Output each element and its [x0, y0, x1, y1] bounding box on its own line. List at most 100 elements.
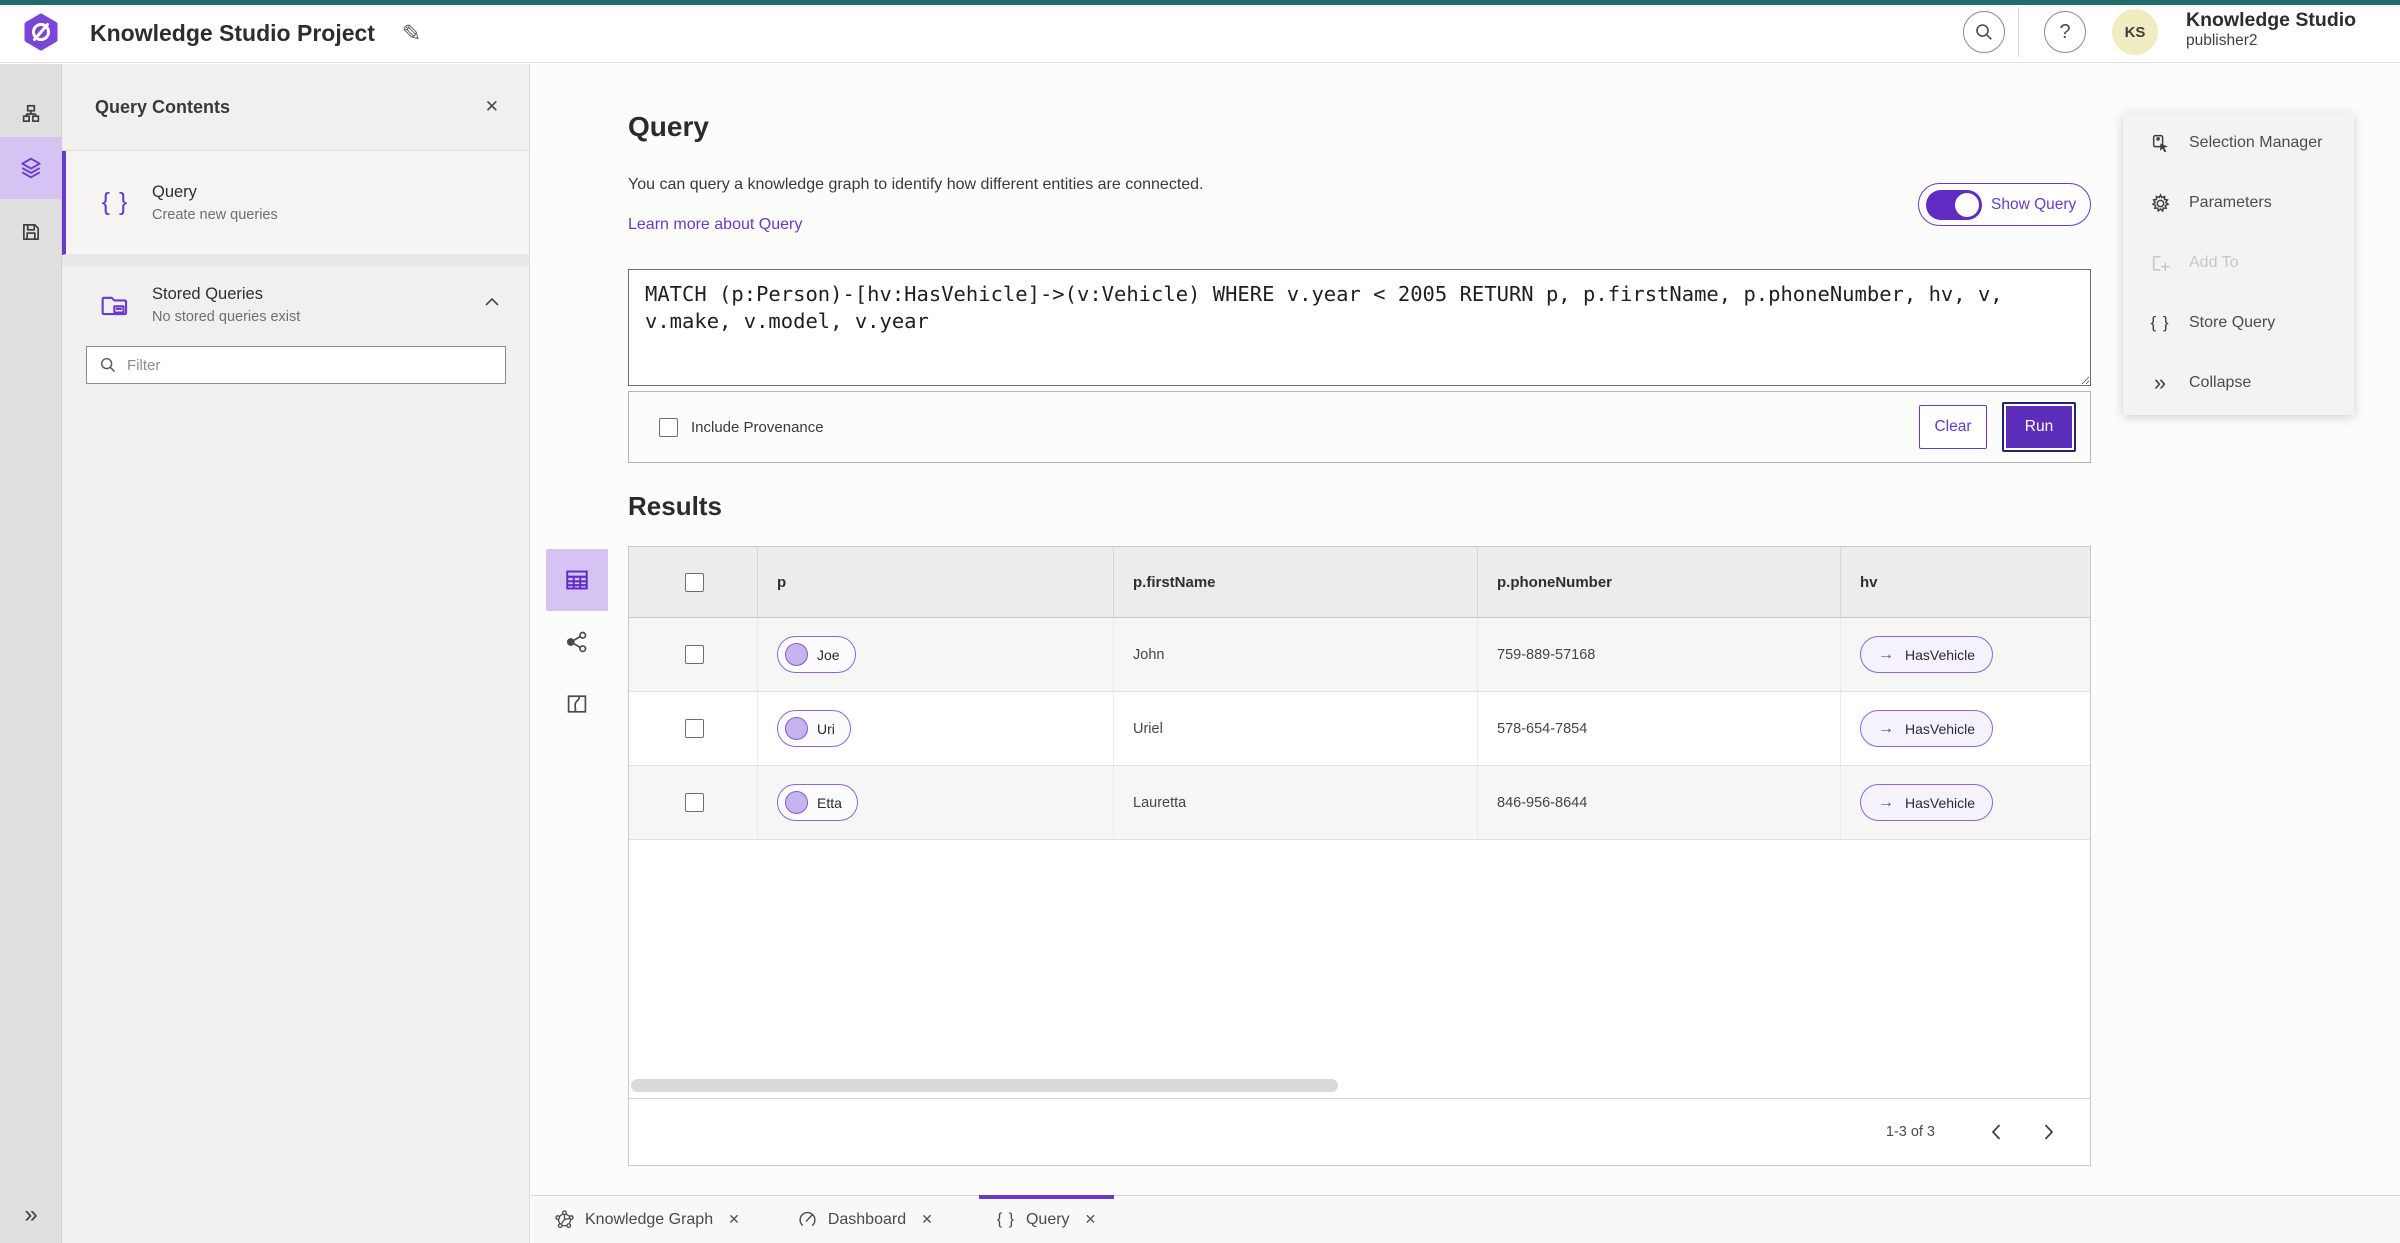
- column-header-phonenumber: p.phoneNumber: [1497, 573, 1612, 591]
- sidebar-item-query[interactable]: [0, 137, 62, 199]
- collapse-stored-queries-button[interactable]: [484, 296, 500, 307]
- chevron-left-icon: [1991, 1124, 2001, 1140]
- close-tab-icon[interactable]: ✕: [1085, 1211, 1097, 1228]
- column-header-hv: hv: [1860, 573, 1878, 591]
- chevron-right-icon: [2044, 1124, 2054, 1140]
- entity-node-icon: [785, 791, 808, 814]
- panel-section-gap: [62, 255, 529, 266]
- edit-project-title-icon[interactable]: ✎: [402, 0, 421, 63]
- stored-queries-filter: [86, 346, 506, 384]
- add-to-button: Add To: [2123, 233, 2354, 293]
- help-button[interactable]: ?: [2044, 11, 2086, 53]
- selection-manager-button[interactable]: Selection Manager: [2123, 113, 2354, 173]
- entity-pill[interactable]: Uri: [777, 710, 851, 747]
- chevron-up-icon: [485, 297, 499, 306]
- left-icon-rail: »: [0, 64, 62, 1243]
- select-all-checkbox[interactable]: [685, 572, 704, 592]
- hierarchy-icon: [22, 104, 40, 122]
- relation-pill[interactable]: → HasVehicle: [1860, 710, 1994, 747]
- column-header-p: p: [777, 573, 787, 591]
- relation-pill[interactable]: → HasVehicle: [1860, 636, 1994, 673]
- collapse-tools-button[interactable]: » Collapse: [2123, 353, 2354, 413]
- tab-dashboard[interactable]: Dashboard ✕: [780, 1196, 951, 1243]
- run-button[interactable]: Run: [2002, 402, 2076, 452]
- user-info: Knowledge Studio publisher2: [2186, 9, 2356, 51]
- query-section-description: You can query a knowledge graph to ident…: [628, 176, 1204, 193]
- table-row: Uri Uriel 578-654-7854 → HasVehicle: [629, 692, 2090, 766]
- braces-icon: { }: [996, 1210, 1015, 1228]
- horizontal-scrollbar-thumb[interactable]: [631, 1079, 1338, 1092]
- app-logo-icon: [24, 13, 58, 51]
- layers-icon: [21, 157, 41, 179]
- cell-phonenumber: 578-654-7854: [1497, 720, 1588, 737]
- panel-title: Query Contents: [95, 96, 231, 117]
- entity-pill[interactable]: Joe: [777, 636, 856, 673]
- user-name: publisher2: [2186, 32, 2258, 50]
- table-view-icon: [566, 570, 588, 590]
- sidebar-item-save[interactable]: [0, 201, 62, 263]
- tab-query[interactable]: { } Query ✕: [978, 1195, 1115, 1243]
- search-icon: [1976, 24, 1992, 40]
- panel-item-stored-label: Stored Queries: [152, 285, 263, 303]
- panel-header: Query Contents ✕: [62, 64, 529, 151]
- previous-page-button[interactable]: [1979, 1115, 2013, 1149]
- close-panel-button[interactable]: ✕: [485, 97, 499, 117]
- avatar[interactable]: KS: [2112, 9, 2158, 55]
- include-provenance-checkbox[interactable]: [659, 417, 678, 437]
- query-tools-panel: Selection Manager Parameters Add To { }: [2123, 113, 2354, 415]
- network-view-icon: [566, 631, 587, 653]
- filter-input[interactable]: [127, 356, 493, 374]
- tab-knowledge-graph[interactable]: Knowledge Graph ✕: [537, 1196, 758, 1243]
- results-title: Results: [628, 491, 722, 521]
- arrow-right-icon: →: [1878, 719, 1894, 737]
- cell-firstname: Lauretta: [1133, 794, 1187, 811]
- row-checkbox[interactable]: [685, 793, 704, 812]
- sidebar-item-lineage[interactable]: [0, 83, 62, 145]
- bottom-tab-bar: Knowledge Graph ✕ Dashboard ✕ { } Query …: [531, 1195, 2400, 1243]
- cell-phonenumber: 759-889-57168: [1497, 646, 1596, 663]
- relation-pill[interactable]: → HasVehicle: [1860, 784, 1994, 821]
- toggle-knob: [1955, 192, 1979, 217]
- braces-icon: { }: [2150, 313, 2170, 332]
- store-query-button[interactable]: { } Store Query: [2123, 293, 2354, 353]
- panel-item-query[interactable]: { } Query Create new queries: [62, 151, 529, 255]
- main-content: Query You can query a knowledge graph to…: [531, 64, 2400, 1195]
- toggle-track: [1926, 189, 1982, 220]
- close-tab-icon[interactable]: ✕: [921, 1211, 933, 1228]
- entity-pill[interactable]: Etta: [777, 784, 858, 821]
- close-tab-icon[interactable]: ✕: [728, 1211, 740, 1228]
- add-to-icon: [2152, 255, 2169, 271]
- show-query-toggle[interactable]: Show Query: [1918, 183, 2091, 226]
- row-checkbox[interactable]: [685, 645, 704, 664]
- project-title: Knowledge Studio Project: [90, 20, 375, 46]
- query-contents-panel: Query Contents ✕ { } Query Create new qu…: [62, 64, 530, 1243]
- row-checkbox[interactable]: [685, 719, 704, 738]
- parameters-button[interactable]: Parameters: [2123, 173, 2354, 233]
- column-header-firstname: p.firstName: [1133, 573, 1216, 591]
- cell-firstname: John: [1133, 646, 1165, 663]
- learn-more-link[interactable]: Learn more about Query: [628, 216, 802, 234]
- arrow-right-icon: →: [1878, 793, 1894, 811]
- help-icon: ?: [2059, 20, 2071, 43]
- braces-icon: { }: [101, 188, 129, 216]
- next-page-button[interactable]: [2032, 1115, 2066, 1149]
- entity-node-icon: [785, 717, 808, 740]
- query-textarea[interactable]: MATCH (p:Person)-[hv:HasVehicle]->(v:Veh…: [628, 269, 2091, 386]
- view-map-button[interactable]: [546, 673, 608, 735]
- user-app-name: Knowledge Studio: [2186, 9, 2357, 31]
- view-table-button[interactable]: [546, 549, 608, 611]
- knowledge-graph-icon: [555, 1210, 574, 1229]
- panel-item-stored-queries[interactable]: Stored Queries No stored queries exist: [62, 266, 529, 344]
- table-footer: 1-3 of 3: [629, 1098, 2090, 1165]
- cell-firstname: Uriel: [1133, 720, 1163, 737]
- clear-button[interactable]: Clear: [1919, 405, 1987, 449]
- panel-item-stored-description: No stored queries exist: [152, 309, 301, 325]
- expand-panel-button[interactable]: »: [0, 1195, 62, 1235]
- query-editor: MATCH (p:Person)-[hv:HasVehicle]->(v:Veh…: [628, 269, 2091, 463]
- search-button[interactable]: [1963, 11, 2005, 53]
- view-graph-button[interactable]: [546, 611, 608, 673]
- entity-node-icon: [785, 643, 808, 666]
- stored-queries-folder-icon: [101, 296, 128, 316]
- header-divider: [2018, 7, 2019, 57]
- save-icon: [23, 224, 39, 240]
